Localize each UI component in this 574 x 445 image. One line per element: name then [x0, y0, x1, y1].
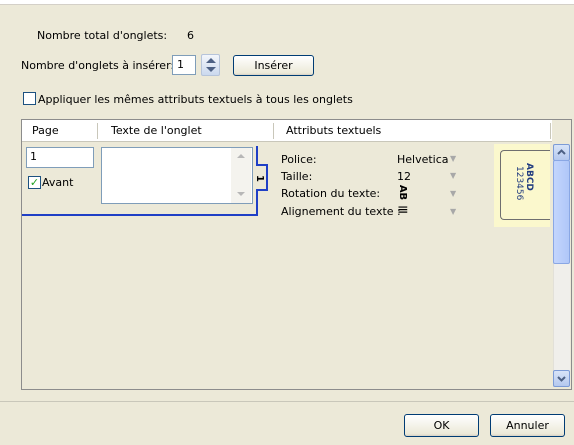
chevron-up-icon: [557, 149, 566, 155]
column-divider[interactable]: [273, 123, 274, 139]
scrollbar-down-button[interactable]: [553, 370, 570, 387]
alignment-value[interactable]: ≡: [397, 202, 409, 218]
insert-button[interactable]: Insérer: [233, 55, 314, 76]
tab-preview-text: ABCD: [524, 163, 534, 191]
spin-down-icon[interactable]: [206, 67, 216, 72]
rotation-label: Rotation du texte:: [281, 187, 381, 200]
column-divider[interactable]: [550, 123, 551, 139]
column-divider[interactable]: [97, 123, 98, 139]
scrollbar-up-button[interactable]: [553, 144, 570, 161]
total-tabs-label: Nombre total d'onglets:: [37, 29, 168, 42]
rotation-dropdown-icon[interactable]: ▼: [450, 189, 456, 198]
footer-divider: [0, 401, 574, 402]
apply-same-label[interactable]: Appliquer les mêmes attributs textuels à…: [38, 93, 353, 106]
font-dropdown-icon[interactable]: ▼: [450, 154, 456, 163]
total-tabs-value: 6: [187, 29, 194, 42]
insert-count-input[interactable]: 1: [172, 55, 196, 75]
tab-marker: 1: [253, 175, 265, 182]
alignment-label: Alignement du texte :: [281, 205, 401, 218]
column-header-tab-text[interactable]: Texte de l'onglet: [111, 124, 202, 137]
chevron-down-icon: [557, 376, 566, 382]
size-value[interactable]: 12: [397, 170, 411, 183]
spin-up-icon[interactable]: [206, 58, 216, 63]
tab-outline-shape: [22, 146, 268, 216]
font-label: Police:: [281, 153, 317, 166]
scrollbar-thumb[interactable]: [553, 160, 570, 264]
font-value[interactable]: Helvetica: [397, 153, 449, 166]
cancel-button[interactable]: Annuler: [490, 414, 565, 437]
size-dropdown-icon[interactable]: ▼: [450, 171, 456, 180]
tab-preview-numbers: 123456: [514, 166, 524, 201]
dialog-top-edge: [0, 0, 574, 5]
column-header-page[interactable]: Page: [32, 124, 59, 137]
apply-same-checkbox[interactable]: [23, 92, 36, 105]
column-header-text-attributes[interactable]: Attributs textuels: [286, 124, 381, 137]
ok-button[interactable]: OK: [404, 414, 479, 437]
alignment-dropdown-icon[interactable]: ▼: [450, 207, 456, 216]
rotation-value[interactable]: AB: [397, 185, 408, 200]
insert-count-label: Nombre d'onglets à insérer:: [21, 59, 175, 72]
size-label: Taille:: [281, 170, 313, 183]
insert-count-spinner[interactable]: [201, 54, 220, 76]
